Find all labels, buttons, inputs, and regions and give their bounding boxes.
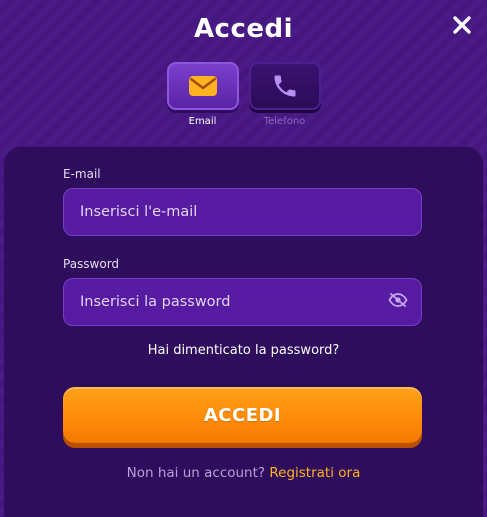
- password-visibility-toggle[interactable]: [388, 292, 408, 307]
- forgot-password-link[interactable]: Hai dimenticato la password?: [4, 343, 483, 358]
- close-button[interactable]: [451, 14, 473, 36]
- tab-email-button[interactable]: [166, 62, 239, 110]
- close-icon: [453, 16, 471, 34]
- password-label: Password: [63, 257, 120, 271]
- login-button[interactable]: ACCEDI: [63, 387, 422, 443]
- phone-icon: [274, 75, 295, 97]
- login-form-panel: E-mail Password Hai dimenticato la passw…: [4, 146, 483, 517]
- login-modal: Accedi Email Telefono E-mail Inserisci l…: [0, 0, 487, 517]
- tab-email[interactable]: Email: [166, 62, 239, 127]
- email-field[interactable]: [63, 188, 422, 236]
- signup-prompt: Non hai un account?: [126, 465, 266, 481]
- envelope-icon: [188, 76, 217, 96]
- modal-title: Accedi: [193, 14, 294, 44]
- tab-phone-label: Telefono: [263, 116, 306, 127]
- password-field[interactable]: [63, 278, 422, 326]
- signup-link[interactable]: Registrati ora: [269, 465, 360, 481]
- login-method-tabs: Email Telefono: [0, 62, 487, 127]
- tab-phone-button[interactable]: [248, 62, 321, 110]
- tab-phone[interactable]: Telefono: [248, 62, 321, 127]
- signup-row: Non hai un account? Registrati ora: [4, 465, 483, 481]
- email-label: E-mail: [63, 167, 101, 181]
- tab-email-label: Email: [188, 116, 217, 127]
- eye-slash-icon: [388, 293, 408, 307]
